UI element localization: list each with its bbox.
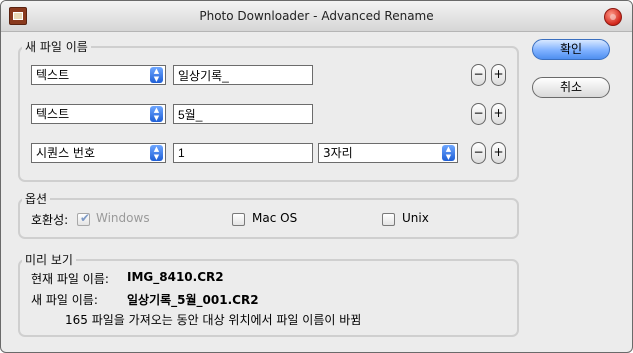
current-name-value: IMG_8410.CR2: [127, 270, 224, 284]
select-arrows-icon: ▲ ▼: [150, 106, 163, 122]
windows-label: Windows: [96, 211, 150, 225]
title-bar: Photo Downloader - Advanced Rename: [1, 1, 632, 32]
row1-add-button[interactable]: +: [491, 64, 506, 86]
row2-type-value: 텍스트: [36, 107, 70, 121]
row3-type-value: 시퀀스 번호: [36, 146, 96, 160]
new-name-legend: 새 파일 이름: [25, 40, 88, 54]
row1-type-select[interactable]: 텍스트 ▲ ▼: [31, 65, 166, 85]
macos-checkbox[interactable]: [232, 213, 245, 226]
unix-checkbox[interactable]: [382, 213, 395, 226]
row3-remove-button[interactable]: −: [471, 142, 486, 164]
checkmark-icon: ✔: [80, 211, 91, 225]
row1-text-input[interactable]: [173, 65, 313, 85]
row2-type-select[interactable]: 텍스트 ▲ ▼: [31, 104, 166, 124]
dialog-window: Photo Downloader - Advanced Rename 새 파일 …: [0, 0, 633, 353]
row2-text-input[interactable]: [173, 104, 313, 124]
row2-add-button[interactable]: +: [491, 103, 506, 125]
row3-digits-value: 3자리: [323, 146, 353, 160]
row3-sequence-input[interactable]: [173, 143, 313, 163]
row3-type-select[interactable]: 시퀀스 번호 ▲ ▼: [31, 143, 166, 163]
cancel-button[interactable]: 취소: [532, 77, 610, 98]
options-legend: 옵션: [25, 192, 48, 206]
rename-note: 165 파일을 가져오는 동안 대상 위치에서 파일 이름이 바뀜: [65, 313, 362, 327]
row2-remove-button[interactable]: −: [471, 103, 486, 125]
select-arrows-icon: ▲ ▼: [442, 145, 455, 161]
new-name-label: 새 파일 이름:: [31, 293, 98, 307]
unix-label: Unix: [402, 211, 429, 225]
ok-button[interactable]: 확인: [532, 39, 610, 60]
window-title: Photo Downloader - Advanced Rename: [199, 9, 434, 23]
current-name-label: 현재 파일 이름:: [31, 272, 109, 286]
new-name-value: 일상기록_5월_001.CR2: [127, 293, 259, 307]
close-icon[interactable]: [604, 8, 622, 26]
row1-type-value: 텍스트: [36, 68, 70, 82]
windows-checkbox[interactable]: ✔: [77, 211, 91, 226]
row3-add-button[interactable]: +: [491, 142, 506, 164]
select-arrows-icon: ▲ ▼: [150, 67, 163, 83]
row1-remove-button[interactable]: −: [471, 64, 486, 86]
row3-digits-select[interactable]: 3자리 ▲ ▼: [318, 143, 458, 163]
preview-legend: 미리 보기: [25, 253, 73, 267]
select-arrows-icon: ▲ ▼: [150, 145, 163, 161]
compat-label: 호환성:: [31, 213, 69, 227]
macos-label: Mac OS: [252, 211, 298, 225]
